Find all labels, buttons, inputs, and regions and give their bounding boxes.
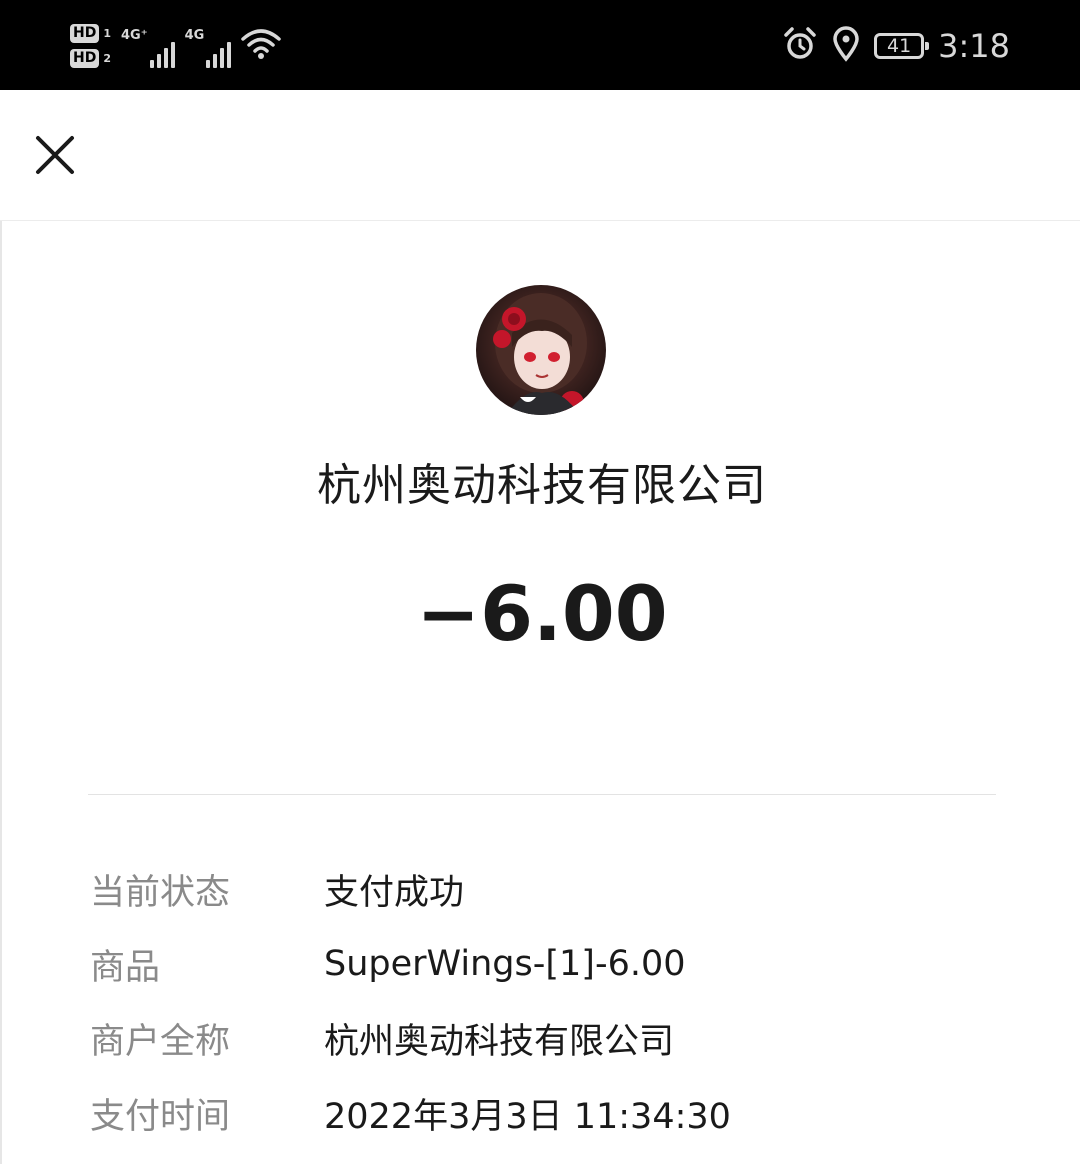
close-icon xyxy=(36,136,74,174)
signal-sim1: 4G⁺ xyxy=(121,24,175,68)
merchant-avatar xyxy=(476,285,606,415)
sim2-index: 2 xyxy=(103,52,111,65)
hd-badge-sim2: HD xyxy=(70,49,100,68)
status-bar-right: 41 3:18 xyxy=(782,22,1010,70)
signal-bars-icon xyxy=(206,38,232,68)
hd-badge-sim1: HD xyxy=(70,24,100,43)
status-bar: HD 1 HD 2 4G⁺ 4G 41 3:18 xyxy=(0,0,1080,90)
divider xyxy=(88,794,996,795)
detail-row-merchant: 商户全称 杭州奥动科技有限公司 xyxy=(90,1013,1010,1063)
battery-level: 41 xyxy=(887,35,912,57)
detail-value: 2022年3月3日 11:34:30 xyxy=(324,1096,731,1137)
signal-bars-icon xyxy=(149,38,175,68)
merchant-name: 杭州奥动科技有限公司 xyxy=(317,460,767,511)
detail-label: 商品 xyxy=(90,947,161,988)
transaction-amount: −6.00 xyxy=(416,569,668,658)
location-icon xyxy=(832,26,860,66)
detail-value: SuperWings-[1]-6.00 xyxy=(324,944,686,984)
detail-label: 支付时间 xyxy=(90,1096,231,1137)
network-type-sim1: 4G⁺ xyxy=(121,28,148,43)
detail-label: 商户全称 xyxy=(90,1021,231,1062)
alarm-icon xyxy=(782,26,818,66)
detail-row-time: 支付时间 2022年3月3日 11:34:30 xyxy=(90,1088,1010,1138)
wifi-icon xyxy=(241,27,282,65)
detail-row-product: 商品 SuperWings-[1]-6.00 xyxy=(90,939,1010,989)
detail-value: 杭州奥动科技有限公司 xyxy=(324,1021,675,1062)
battery-icon: 41 xyxy=(874,33,930,59)
page-header xyxy=(0,90,1080,221)
sim-indicators: HD 1 HD 2 xyxy=(70,24,111,68)
close-button[interactable] xyxy=(30,130,80,180)
detail-row-status: 当前状态 支付成功 xyxy=(90,864,1010,914)
status-bar-left: HD 1 HD 2 4G⁺ 4G xyxy=(70,16,282,76)
detail-value: 支付成功 xyxy=(324,872,465,913)
signal-sim2: 4G xyxy=(185,24,232,68)
transaction-detail: 杭州奥动科技有限公司 −6.00 当前状态 支付成功 商品 SuperWings… xyxy=(0,221,1080,1164)
network-type-sim2: 4G xyxy=(184,28,205,43)
sim1-index: 1 xyxy=(103,27,111,40)
status-time: 3:18 xyxy=(938,27,1010,65)
detail-label: 当前状态 xyxy=(90,872,231,913)
